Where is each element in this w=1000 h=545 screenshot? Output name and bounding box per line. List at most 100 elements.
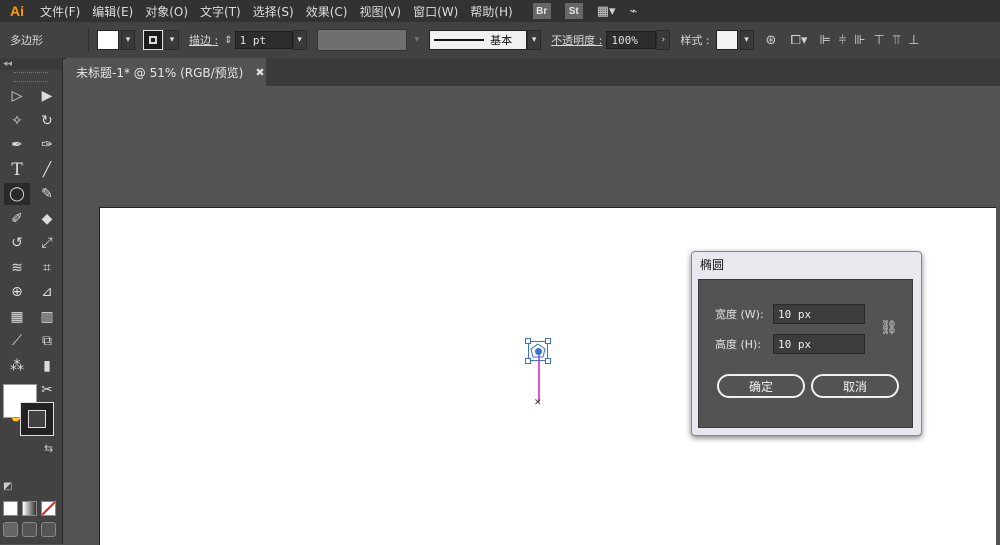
dialog-title: 椭圆	[700, 258, 725, 272]
tools-grip[interactable]	[14, 72, 48, 82]
shaper-icon[interactable]: ✐	[4, 208, 30, 230]
menu-file[interactable]: 文件(F)	[34, 3, 86, 20]
type-icon[interactable]: T	[4, 159, 30, 181]
align-top-icon[interactable]: ⊤	[874, 33, 885, 48]
brush-preview-line	[434, 39, 485, 41]
style-label: 样式 :	[680, 34, 710, 47]
menu-help[interactable]: 帮助(H)	[464, 3, 518, 20]
color-mode-icon[interactable]	[3, 501, 18, 516]
brush-dropdown[interactable]: ▾	[527, 30, 542, 50]
gpu-performance-icon[interactable]: ⌁	[630, 4, 638, 19]
variable-width-profile[interactable]	[316, 29, 407, 51]
symbol-sprayer-icon[interactable]: ⁂	[4, 355, 30, 377]
height-field[interactable]: 10 px	[773, 334, 865, 354]
shape-builder-icon[interactable]: ⊕	[4, 281, 30, 303]
width-icon[interactable]: ≋	[4, 257, 30, 279]
mesh-icon[interactable]: ▦	[4, 306, 30, 328]
gradient-icon[interactable]: ▥	[34, 306, 60, 328]
tools-stroke-swatch[interactable]	[20, 402, 54, 436]
opacity-field[interactable]: 100%	[606, 31, 657, 49]
fill-dropdown[interactable]: ▾	[121, 30, 135, 50]
profile-dropdown-icon[interactable]: ▾	[415, 35, 420, 45]
draw-mode-row	[3, 522, 56, 537]
ellipse-icon[interactable]: ◯	[4, 183, 30, 206]
tools-panel: ◂◂ ▷ ▶ ✧ ↻ ✒ ✑ T ╱ ◯ ✎ ✐ ◆ ↺ ⤢ ≋ ⌗ ⊕ ⊿ ▦…	[0, 58, 63, 544]
align-right-icon[interactable]: ⊪	[854, 33, 865, 48]
perspective-grid-icon[interactable]: ⊿	[34, 281, 60, 303]
menu-bar: Ai 文件(F) 编辑(E) 对象(O) 文字(T) 选择(S) 效果(C) 视…	[0, 0, 1000, 22]
draw-inside-icon[interactable]	[41, 522, 56, 537]
column-graph-icon[interactable]: ▮	[34, 355, 60, 377]
stroke-label[interactable]: 描边 :	[189, 32, 218, 48]
curvature-icon[interactable]: ✑	[34, 134, 60, 156]
selection-arrow-icon[interactable]: ▷	[4, 85, 30, 107]
cancel-button[interactable]: 取消	[811, 374, 899, 398]
eraser-icon[interactable]: ◆	[34, 208, 60, 230]
brush-name: 基本	[490, 34, 513, 47]
stroke-stepper-icon[interactable]: ⇕	[224, 35, 232, 46]
tools-collapse-icon[interactable]: ◂◂	[0, 58, 62, 70]
height-label: 高度 (H):	[715, 338, 762, 351]
document-tab[interactable]: 未标题-1* @ 51% (RGB/预览) ✖	[66, 58, 266, 86]
default-fill-stroke-icon[interactable]: ◩	[3, 481, 12, 492]
ok-button[interactable]: 确定	[717, 374, 805, 398]
stroke-weight-field[interactable]: 1 pt	[234, 31, 293, 49]
dialog-body: 宽度 (W): 10 px 高度 (H): 10 px ⛓ 确定 取消	[698, 279, 913, 428]
opacity-label[interactable]: 不透明度 :	[551, 32, 602, 48]
graphic-style-swatch[interactable]	[715, 30, 738, 50]
close-icon[interactable]: ✖	[255, 66, 264, 79]
align-bottom-icon[interactable]: ⊥	[908, 33, 919, 48]
blend-icon[interactable]: ⧉	[34, 330, 60, 352]
bridge-button[interactable]: Br	[532, 3, 551, 19]
height-row: 高度 (H): 10 px	[715, 334, 865, 354]
menu-edit[interactable]: 编辑(E)	[86, 3, 139, 20]
draw-normal-icon[interactable]	[3, 522, 18, 537]
align-vcenter-icon[interactable]: ⫪	[893, 33, 900, 48]
menu-view[interactable]: 视图(V)	[353, 3, 407, 20]
width-label: 宽度 (W):	[715, 308, 764, 321]
ellipse-dialog: 椭圆 宽度 (W): 10 px 高度 (H): 10 px ⛓ 确定 取消	[691, 251, 922, 436]
fill-swatch[interactable]	[97, 30, 119, 50]
rotate-icon[interactable]: ↺	[4, 232, 30, 254]
line-segment-icon[interactable]: ╱	[34, 159, 60, 181]
menu-effect[interactable]: 效果(C)	[300, 3, 354, 20]
opacity-arrow[interactable]: ›	[656, 30, 671, 50]
control-bar: 多边形 ▾ ▾ 描边 : ⇕ 1 pt ▾ ▾ 基本 ▾ 不透明度 : 100%…	[0, 22, 1000, 59]
scale-icon[interactable]: ⤢	[34, 232, 60, 254]
stroke-weight-dropdown[interactable]: ▾	[292, 30, 307, 50]
app-logo: Ai	[10, 3, 24, 19]
width-row: 宽度 (W): 10 px	[715, 304, 865, 324]
menu-select[interactable]: 选择(S)	[247, 3, 300, 20]
stroke-swatch[interactable]	[143, 30, 163, 50]
constrain-proportions-icon[interactable]: ⛓	[880, 320, 898, 336]
align-left-icon[interactable]: ⊫	[819, 33, 830, 48]
graphic-style-dropdown[interactable]: ▾	[739, 30, 754, 50]
magic-wand-icon[interactable]: ✧	[4, 110, 30, 132]
brush-definition[interactable]: 基本	[429, 30, 528, 50]
draw-behind-icon[interactable]	[22, 522, 37, 537]
swap-fill-stroke-icon[interactable]: ⇆	[44, 442, 53, 455]
slice-icon[interactable]: ✂	[34, 379, 60, 401]
direct-selection-icon[interactable]: ▶	[34, 85, 60, 107]
divider	[88, 28, 89, 52]
width-field[interactable]: 10 px	[773, 304, 865, 324]
gradient-mode-icon[interactable]	[22, 501, 37, 516]
menu-window[interactable]: 窗口(W)	[407, 3, 464, 20]
stock-button[interactable]: St	[564, 3, 583, 19]
paintbrush-icon[interactable]: ✎	[34, 183, 60, 205]
align-hcenter-icon[interactable]: ⫩	[839, 33, 846, 48]
pen-icon[interactable]: ✒	[4, 134, 30, 156]
recolor-artwork-icon[interactable]: ⊛	[766, 33, 777, 48]
lasso-icon[interactable]: ↻	[34, 110, 60, 132]
workspace-layout-icon[interactable]: ▦▾	[597, 4, 616, 19]
eyedropper-icon[interactable]: ⟋	[4, 330, 30, 352]
transform-icon[interactable]: ⧠▾	[790, 33, 807, 48]
menu-object[interactable]: 对象(O)	[139, 3, 194, 20]
document-tab-bar: 未标题-1* @ 51% (RGB/预览) ✖	[66, 58, 1000, 86]
cursor-crosshair-icon: ✕	[534, 398, 542, 408]
none-mode-icon[interactable]	[41, 501, 56, 516]
color-mode-row	[3, 501, 56, 516]
menu-type[interactable]: 文字(T)	[194, 3, 247, 20]
free-transform-icon[interactable]: ⌗	[34, 257, 60, 279]
stroke-dropdown[interactable]: ▾	[165, 30, 179, 50]
